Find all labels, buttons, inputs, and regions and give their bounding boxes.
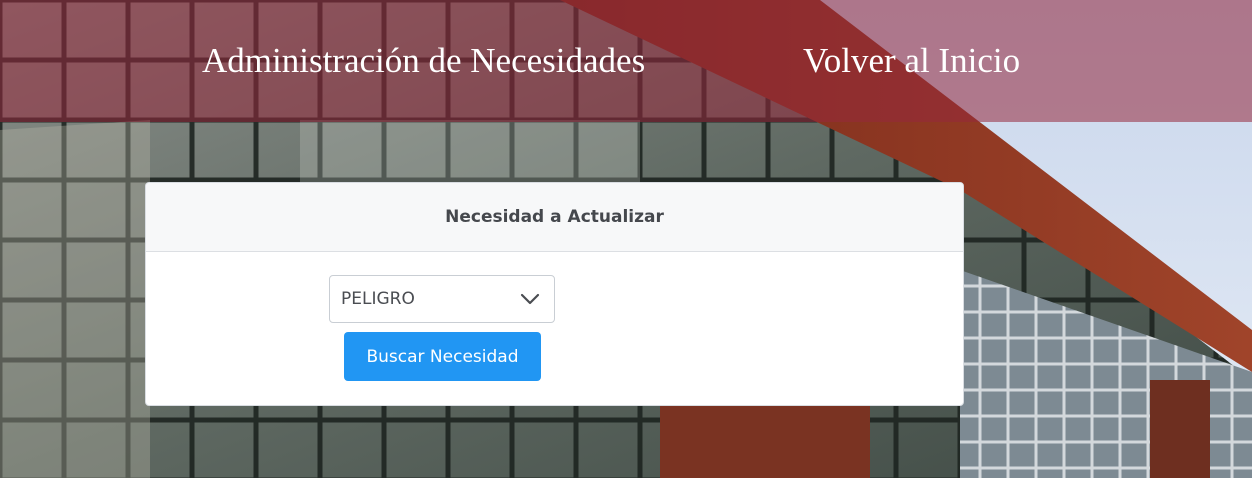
need-select-dropdown[interactable]: PELIGRO [329,275,555,323]
need-select-value: PELIGRO [341,289,415,309]
search-need-button[interactable]: Buscar Necesidad [344,332,541,381]
chevron-down-icon [520,293,540,305]
page: Administración de Necesidades Volver al … [0,0,1252,478]
update-need-card: Necesidad a Actualizar PELIGRO Buscar Ne… [145,182,964,406]
card-title: Necesidad a Actualizar [445,207,664,227]
nav-link-administracion-necesidades[interactable]: Administración de Necesidades [202,40,645,82]
top-navigation-bar: Administración de Necesidades Volver al … [0,0,1252,122]
card-header: Necesidad a Actualizar [146,183,963,252]
nav-link-volver-inicio[interactable]: Volver al Inicio [803,40,1020,82]
